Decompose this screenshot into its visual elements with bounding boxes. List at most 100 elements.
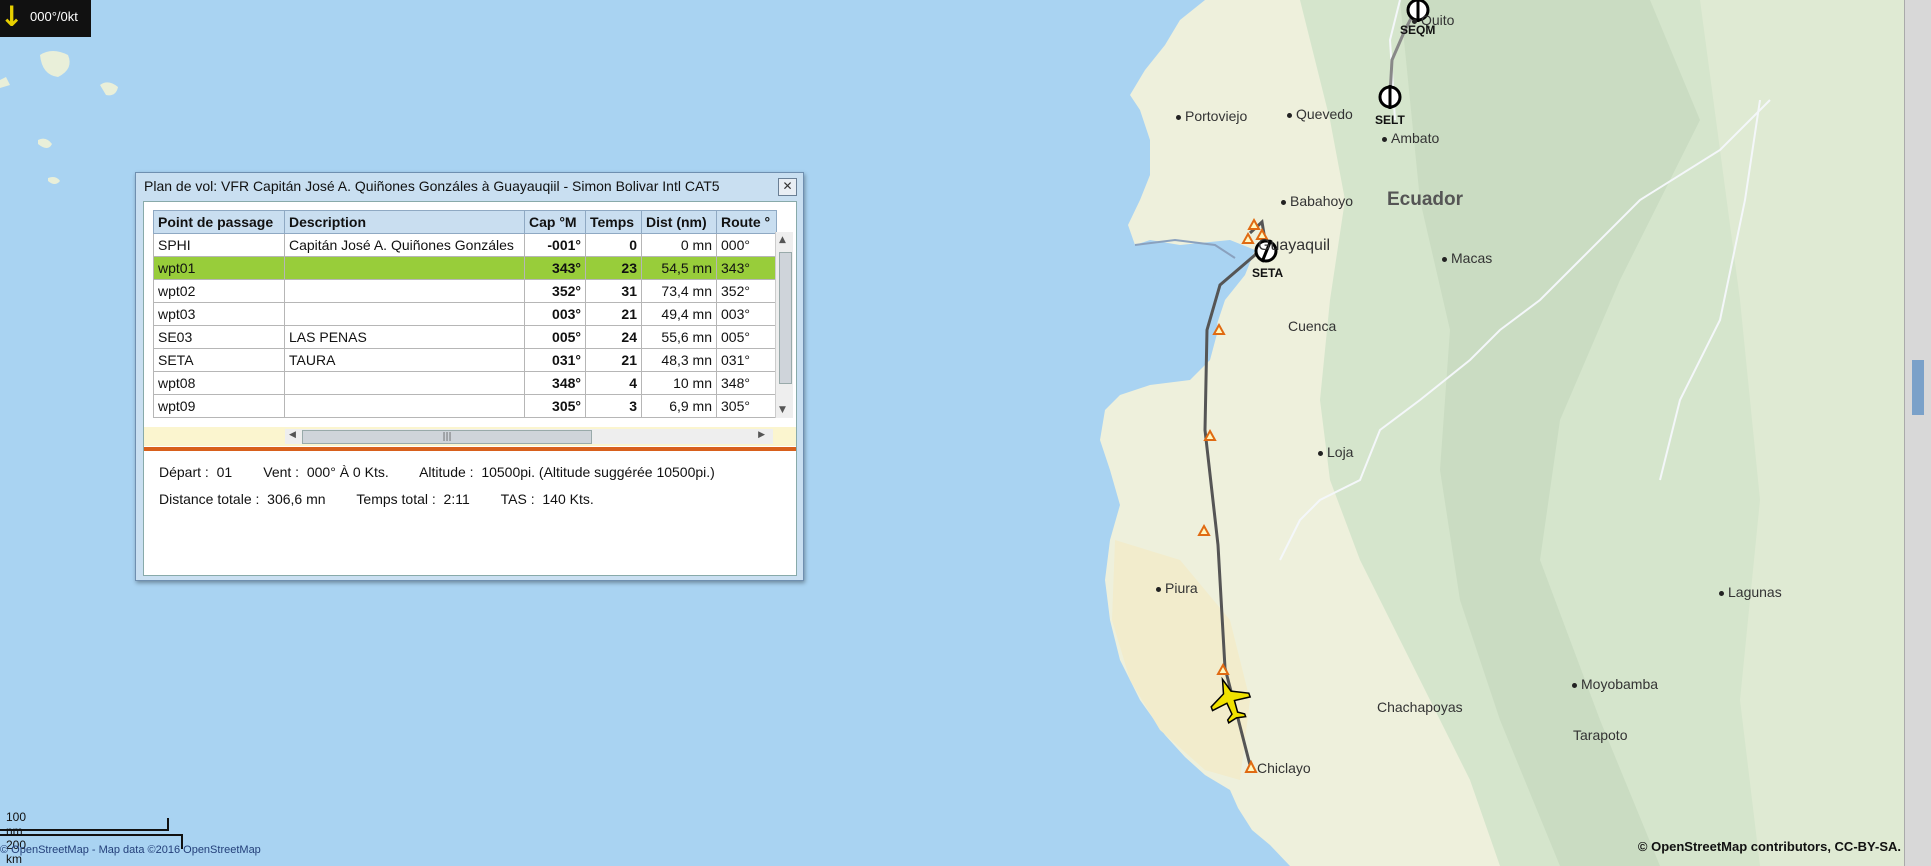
place-label: Lagunas (1719, 584, 1782, 600)
scroll-right-icon[interactable]: ▶ (758, 430, 765, 440)
cell-dist: 54,5 mn (641, 256, 717, 280)
cell-route: 003° (716, 302, 777, 326)
place-label: Ambato (1382, 130, 1439, 146)
cell-route: 348° (716, 371, 777, 395)
cell-temps: 4 (585, 371, 642, 395)
right-scrollbar[interactable] (1904, 0, 1931, 866)
waypoint-label: SELT (1375, 113, 1405, 127)
flight-info-line-1: Départ : 01 Vent : 000° À 0 Kts. Altitud… (159, 464, 715, 480)
place-label: Tarapoto (1573, 727, 1628, 743)
flight-info-line-2: Distance totale : 306,6 mn Temps total :… (159, 491, 594, 507)
place-label: Chiclayo (1257, 760, 1311, 776)
column-header[interactable]: Description (284, 210, 525, 234)
cell-temps: 31 (585, 279, 642, 303)
waypoint-label: SETA (1252, 266, 1284, 280)
table-vertical-scrollbar[interactable]: ▲ ▼ (775, 232, 793, 418)
cell-description (284, 279, 525, 303)
cell-cap: 305° (524, 394, 586, 418)
column-header[interactable]: Dist (nm) (641, 210, 717, 234)
table-row[interactable]: SPHI Capitán José A. Quiñones Gonzáles -… (153, 233, 777, 257)
table-row[interactable]: SE03 LAS PENAS 005° 24 55,6 mn 005° (153, 325, 777, 349)
cell-description: LAS PENAS (284, 325, 525, 349)
section-divider (144, 447, 796, 451)
cell-description (284, 394, 525, 418)
cell-point: SPHI (153, 233, 285, 257)
cell-cap: 003° (524, 302, 586, 326)
scrollbar-thumb[interactable] (1912, 360, 1924, 415)
table-row-selected[interactable]: wpt01 343° 23 54,5 mn 343° (153, 256, 777, 280)
cell-temps: 21 (585, 348, 642, 372)
close-icon[interactable]: ✕ (778, 178, 797, 196)
scroll-up-icon[interactable]: ▲ (779, 235, 786, 245)
table-footer-row: ◀ ||| ▶ (144, 427, 796, 446)
table-row[interactable]: wpt09 305° 3 6,9 mn 305° (153, 394, 777, 418)
table-header: Point de passage Description Cap °M Temp… (153, 210, 777, 234)
flight-plan-dialog: Plan de vol: VFR Capitán José A. Quiñone… (135, 172, 804, 581)
scrollbar-thumb[interactable]: ||| (302, 430, 592, 444)
cell-dist: 0 mn (641, 233, 717, 257)
column-header[interactable]: Temps (585, 210, 642, 234)
table-row[interactable]: wpt03 003° 21 49,4 mn 003° (153, 302, 777, 326)
cell-cap: 343° (524, 256, 586, 280)
wind-readout: 000°/0kt (30, 9, 78, 24)
cell-point: SE03 (153, 325, 285, 349)
cell-point: wpt02 (153, 279, 285, 303)
cell-description (284, 256, 525, 280)
place-label: Portoviejo (1176, 108, 1247, 124)
scroll-left-icon[interactable]: ◀ (289, 430, 296, 440)
cell-route: 343° (716, 256, 777, 280)
cell-point: SETA (153, 348, 285, 372)
waypoint-table: Point de passage Description Cap °M Temp… (153, 210, 777, 418)
place-label: Guayaquil (1258, 237, 1331, 254)
cell-dist: 49,4 mn (641, 302, 717, 326)
place-label: Chachapoyas (1377, 699, 1463, 715)
cell-cap: 352° (524, 279, 586, 303)
wind-indicator: ↓ 000°/0kt (0, 0, 91, 37)
cell-cap: 005° (524, 325, 586, 349)
cell-cap: 348° (524, 371, 586, 395)
place-label: Loja (1318, 444, 1353, 460)
cell-route: 005° (716, 325, 777, 349)
cell-description (284, 371, 525, 395)
cell-point: wpt09 (153, 394, 285, 418)
scrollbar-thumb[interactable] (779, 252, 792, 384)
place-label: Quevedo (1287, 106, 1353, 122)
cell-temps: 23 (585, 256, 642, 280)
country-label: Ecuador (1387, 189, 1464, 210)
place-label: Moyobamba (1572, 676, 1658, 692)
cell-dist: 10 mn (641, 371, 717, 395)
waypoint-label: SEQM (1400, 23, 1436, 37)
column-header[interactable]: Point de passage (153, 210, 285, 234)
cell-dist: 55,6 mn (641, 325, 717, 349)
table-row[interactable]: wpt08 348° 4 10 mn 348° (153, 371, 777, 395)
place-label: Macas (1442, 250, 1492, 266)
wind-arrow-icon: ↓ (0, 0, 24, 33)
scale-nm: 100 nm (6, 810, 27, 838)
column-header[interactable]: Cap °M (524, 210, 586, 234)
cell-description: TAURA (284, 348, 525, 372)
place-label: Babahoyo (1281, 193, 1353, 209)
cell-point: wpt08 (153, 371, 285, 395)
cell-dist: 73,4 mn (641, 279, 717, 303)
cell-description (284, 302, 525, 326)
cell-dist: 48,3 mn (641, 348, 717, 372)
cell-temps: 0 (585, 233, 642, 257)
cell-route: 000° (716, 233, 777, 257)
column-header[interactable]: Route ° (716, 210, 777, 234)
place-label: Piura (1156, 580, 1198, 596)
cell-cap: -001° (524, 233, 586, 257)
table-row[interactable]: wpt02 352° 31 73,4 mn 352° (153, 279, 777, 303)
cell-route: 305° (716, 394, 777, 418)
map-attribution: © OpenStreetMap - Map data ©2016 OpenStr… (0, 844, 261, 856)
cell-point: wpt01 (153, 256, 285, 280)
cell-route: 031° (716, 348, 777, 372)
cell-cap: 031° (524, 348, 586, 372)
table-horizontal-scrollbar[interactable]: ◀ ||| ▶ (285, 429, 773, 444)
scroll-down-icon[interactable]: ▼ (779, 405, 786, 415)
osm-attribution: © OpenStreetMap contributors, CC-BY-SA. (1637, 839, 1901, 854)
waypoint-table-container: Point de passage Description Cap °M Temp… (144, 202, 784, 427)
cell-dist: 6,9 mn (641, 394, 717, 418)
place-label: Cuenca (1288, 318, 1337, 334)
cell-description: Capitán José A. Quiñones Gonzáles (284, 233, 525, 257)
table-row[interactable]: SETA TAURA 031° 21 48,3 mn 031° (153, 348, 777, 372)
